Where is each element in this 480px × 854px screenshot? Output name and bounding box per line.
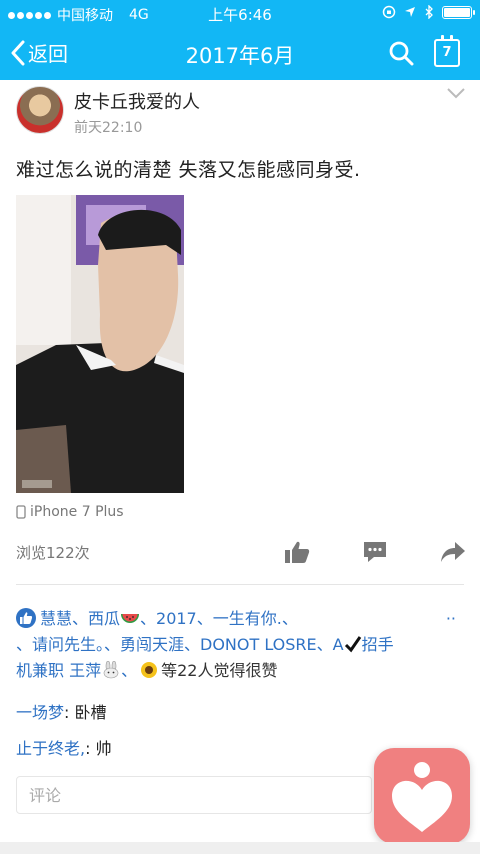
top-bar: 中国移动 4G 上午6:46 返回 2017年6月 7 (0, 0, 480, 80)
nav-bar: 返回 2017年6月 7 (0, 28, 480, 80)
floating-heart-button[interactable] (374, 748, 470, 844)
post-text: 难过怎么说的清楚 失落又怎能感同身受. (16, 159, 361, 181)
like-icon[interactable] (284, 540, 310, 564)
comment-item[interactable]: 止于终老,: 帅 (16, 735, 112, 759)
calendar-day: 7 (442, 45, 452, 60)
post-time: 前天22:10 (74, 120, 143, 136)
likes-names-2[interactable]: 、2017、一生有你.、 (140, 609, 298, 628)
device-info: iPhone 7 Plus (16, 504, 124, 520)
comment-text: 卧槽 (74, 703, 107, 722)
back-label: 返回 (28, 42, 68, 66)
share-icon[interactable] (440, 540, 466, 564)
selfie-image (16, 195, 184, 493)
post-author[interactable]: 皮卡丘我爱的人 (74, 88, 200, 114)
comment-author[interactable]: 止于终老, (16, 739, 85, 758)
watermelon-emoji (121, 614, 140, 623)
calendar-icon[interactable]: 7 (434, 35, 460, 67)
chevron-left-icon (11, 40, 25, 65)
comment-text: 帅 (95, 739, 112, 758)
likes-summary: 等22人觉得很赞 (161, 661, 278, 680)
check-emoji (344, 636, 361, 653)
comment-input-wrap (16, 776, 372, 814)
divider (16, 584, 464, 585)
location-icon (405, 7, 415, 17)
comment-icon[interactable] (362, 540, 388, 564)
phone-icon (16, 505, 26, 519)
comment-item[interactable]: 一场梦: 卧槽 (16, 699, 107, 723)
status-bar: 中国移动 4G 上午6:46 (0, 0, 480, 28)
post-card: 皮卡丘我爱的人 前天22:10 难过怎么说的清楚 失落又怎能感同身受. iPho… (0, 80, 480, 854)
sunflower-emoji (141, 662, 158, 678)
chevron-down-icon[interactable] (446, 86, 466, 100)
likes-list: 慧慧、西瓜 、2017、一生有你.、 ·· 、请问先生。、勇闯天涯、DONOT LO… (16, 606, 466, 684)
comment-input[interactable] (17, 777, 371, 813)
likes-dots: ·· (445, 609, 456, 628)
comment-sep: : (85, 739, 96, 758)
likes-names-4[interactable]: 招手 (362, 635, 394, 654)
post-photo[interactable] (16, 195, 184, 493)
likes-names-6[interactable]: 、 (121, 661, 137, 680)
heart-person-icon (392, 762, 452, 832)
rabbit-emoji (103, 660, 119, 679)
search-icon[interactable] (388, 40, 414, 66)
comment-sep: : (64, 703, 75, 722)
bluetooth-icon (425, 5, 433, 19)
back-button[interactable]: 返回 (10, 38, 68, 67)
device-label: iPhone 7 Plus (30, 504, 124, 520)
thumbs-up-icon (16, 608, 36, 628)
likes-names-5[interactable]: 机兼职 王萍 (16, 661, 101, 680)
battery-icon (442, 5, 475, 19)
avatar[interactable] (16, 86, 64, 134)
bottom-strip (0, 842, 480, 854)
view-count: 浏览122次 (16, 544, 90, 562)
lock-rotation-icon (382, 5, 396, 19)
likes-names-3[interactable]: 、请问先生。、勇闯天涯、DONOT LOSRE、A (16, 635, 344, 654)
likes-names-1[interactable]: 慧慧、西瓜 (40, 609, 120, 628)
comment-author[interactable]: 一场梦 (16, 703, 64, 722)
